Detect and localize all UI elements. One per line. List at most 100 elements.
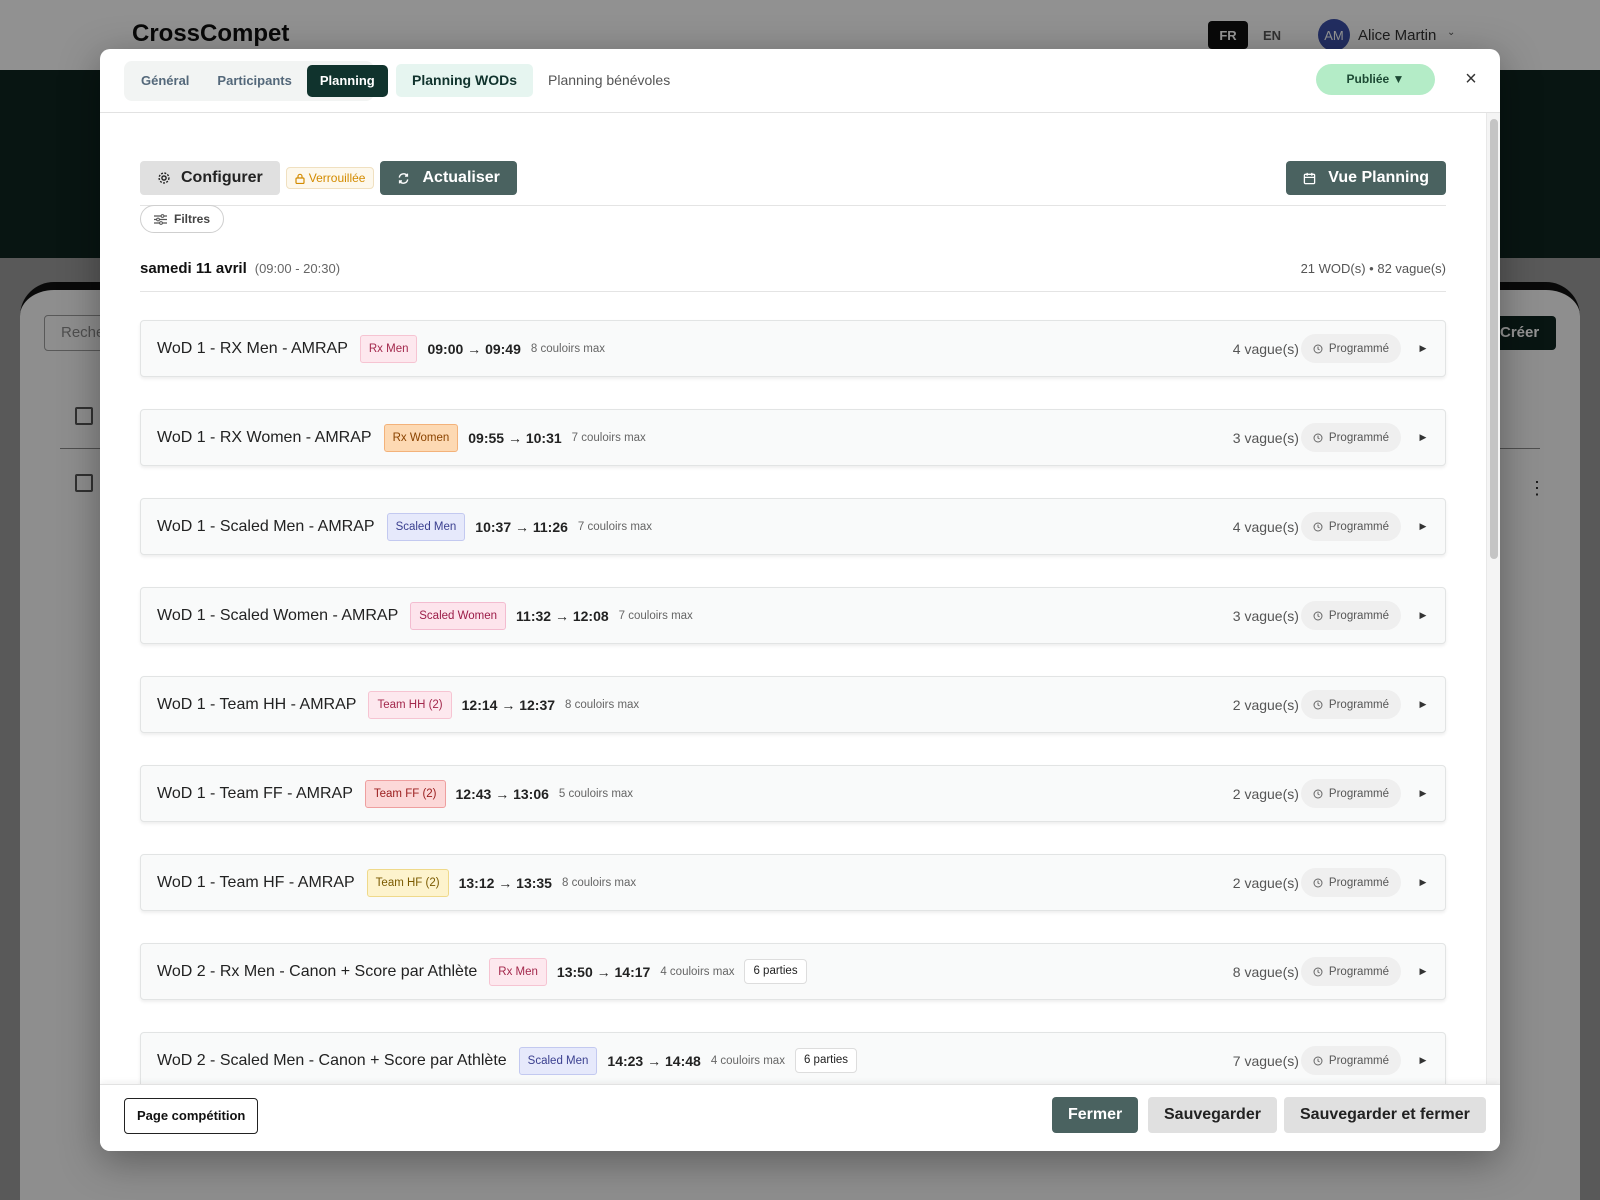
gear-icon xyxy=(157,171,171,185)
wod-card[interactable]: WoD 1 - RX Men - AMRAP Rx Men 09:00 → 09:4… xyxy=(140,320,1446,377)
status-badge: Programmé xyxy=(1300,601,1401,630)
wod-card[interactable]: WoD 1 - Team HF - AMRAP Team HF (2) 13:12 … xyxy=(140,854,1446,911)
wod-lanes: 5 couloirs max xyxy=(558,787,634,800)
clock-icon xyxy=(1313,433,1323,443)
configure-label: Configurer xyxy=(181,169,263,186)
wod-name: WoD 2 - Scaled Men - Canon + Score par A… xyxy=(157,1051,507,1069)
wave-count: 3 vague(s) xyxy=(1232,607,1299,624)
wod-card[interactable]: WoD 2 - Rx Men - Canon + Score par Athlè… xyxy=(140,943,1446,1000)
category-badge: Scaled Women xyxy=(410,601,507,630)
status-badge: Programmé xyxy=(1300,423,1401,452)
clock-icon xyxy=(1313,611,1323,621)
wod-time: 09:55 → 10:31 xyxy=(468,429,562,446)
calendar-icon xyxy=(1303,172,1316,185)
wod-right: 8 vague(s) Programmé ▶ xyxy=(1233,957,1429,986)
expand-arrow-icon[interactable]: ▶ xyxy=(1417,966,1429,977)
configure-button[interactable]: Configurer xyxy=(140,161,280,195)
wod-time: 09:00 → 09:49 xyxy=(427,340,521,357)
status-badge: Programmé xyxy=(1300,1046,1401,1075)
expand-arrow-icon[interactable]: ▶ xyxy=(1417,699,1429,710)
parts-badge: 6 parties xyxy=(744,959,807,984)
category-badge: Team HH (2) xyxy=(368,690,452,719)
close-button[interactable]: Fermer xyxy=(1052,1097,1139,1133)
wod-time: 12:14 → 12:37 xyxy=(461,696,556,713)
wod-name: WoD 1 - Team HF - AMRAP xyxy=(157,873,355,891)
clock-icon xyxy=(1313,967,1323,977)
main-tabs: Général Participants Planning xyxy=(124,61,388,101)
scrollbar-thumb[interactable] xyxy=(1490,119,1498,559)
expand-arrow-icon[interactable]: ▶ xyxy=(1417,1055,1429,1066)
parts-badge: 6 parties xyxy=(794,1048,858,1073)
save-button[interactable]: Sauvegarder xyxy=(1148,1097,1277,1133)
category-badge: Team HF (2) xyxy=(366,868,449,897)
wod-card[interactable]: WoD 1 - Scaled Women - AMRAP Scaled Women… xyxy=(140,587,1446,644)
wod-time: 11:32 → 12:08 xyxy=(516,607,609,624)
day-stats: 21 WOD(s) • 82 vague(s) xyxy=(1300,261,1446,276)
wod-right: 3 vague(s) Programmé ▶ xyxy=(1233,423,1429,452)
category-badge: Rx Men xyxy=(359,334,418,363)
competition-modal: Général Participants Planning Planning W… xyxy=(100,49,1500,1151)
wod-card[interactable]: WoD 2 - Scaled Men - Canon + Score par A… xyxy=(140,1032,1446,1089)
status-dropdown[interactable]: Publiée ▼ xyxy=(1316,64,1435,95)
wod-right: 2 vague(s) Programmé ▶ xyxy=(1233,690,1429,719)
wave-count: 2 vague(s) xyxy=(1232,874,1299,891)
wave-count: 2 vague(s) xyxy=(1232,785,1299,802)
wod-time: 13:12 → 13:35 xyxy=(458,874,552,891)
wod-name: WoD 1 - Team HH - AMRAP xyxy=(157,695,357,713)
lock-icon xyxy=(295,173,305,184)
wod-card[interactable]: WoD 1 - Team HH - AMRAP Team HH (2) 12:14 … xyxy=(140,676,1446,733)
locked-badge: Verrouillée xyxy=(285,167,375,189)
wod-name: WoD 1 - RX Men - AMRAP xyxy=(157,339,348,357)
wod-lanes: 4 couloirs max xyxy=(710,1054,785,1067)
expand-arrow-icon[interactable]: ▶ xyxy=(1417,343,1429,354)
clock-icon xyxy=(1313,522,1323,532)
competition-page-button[interactable]: Page compétition xyxy=(124,1098,259,1134)
wod-name: WoD 1 - Scaled Women - AMRAP xyxy=(157,606,399,624)
category-badge: Team FF (2) xyxy=(364,779,446,808)
subtab-planning-benevoles[interactable]: Planning bénévoles xyxy=(532,64,686,97)
wave-count: 2 vague(s) xyxy=(1232,696,1299,713)
wave-count: 4 vague(s) xyxy=(1232,518,1299,535)
day-header: samedi 11 avril (09:00 - 20:30) 21 WOD(s… xyxy=(140,260,1446,292)
locked-label: Verrouillée xyxy=(308,171,366,185)
refresh-icon xyxy=(397,172,410,185)
planning-view-label: Vue Planning xyxy=(1328,169,1429,186)
status-label: Programmé xyxy=(1328,965,1389,978)
status-label: Programmé xyxy=(1328,698,1389,711)
wod-lanes: 7 couloirs max xyxy=(577,520,653,533)
wod-card[interactable]: WoD 1 - Team FF - AMRAP Team FF (2) 12:43 … xyxy=(140,765,1446,822)
tab-participants[interactable]: Participants xyxy=(204,65,304,97)
filter-icon xyxy=(154,213,167,225)
expand-arrow-icon[interactable]: ▶ xyxy=(1417,610,1429,621)
status-label: Programmé xyxy=(1328,1054,1389,1067)
subtab-planning-wods[interactable]: Planning WODs xyxy=(396,64,533,97)
wod-right: 2 vague(s) Programmé ▶ xyxy=(1233,868,1429,897)
filters-button[interactable]: Filtres xyxy=(140,205,225,233)
refresh-button[interactable]: Actualiser xyxy=(380,161,517,195)
expand-arrow-icon[interactable]: ▶ xyxy=(1417,521,1429,532)
scrollbar[interactable] xyxy=(1486,113,1500,1132)
wave-count: 8 vague(s) xyxy=(1232,963,1299,980)
wod-lanes: 8 couloirs max xyxy=(530,342,606,355)
expand-arrow-icon[interactable]: ▶ xyxy=(1417,788,1429,799)
wod-name: WoD 1 - RX Women - AMRAP xyxy=(157,428,372,446)
category-badge: Rx Men xyxy=(489,957,547,986)
expand-arrow-icon[interactable]: ▶ xyxy=(1417,877,1429,888)
status-label: Programmé xyxy=(1328,431,1389,444)
wod-lanes: 4 couloirs max xyxy=(660,965,735,978)
wod-right: 4 vague(s) Programmé ▶ xyxy=(1233,512,1429,541)
close-icon[interactable]: × xyxy=(1457,65,1485,93)
tab-planning[interactable]: Planning xyxy=(306,65,388,97)
tab-general[interactable]: Général xyxy=(128,65,202,97)
status-badge: Programmé xyxy=(1300,779,1401,808)
expand-arrow-icon[interactable]: ▶ xyxy=(1417,432,1429,443)
wave-count: 3 vague(s) xyxy=(1232,429,1299,446)
status-label: Programmé xyxy=(1328,520,1389,533)
wod-card[interactable]: WoD 1 - RX Women - AMRAP Rx Women 09:55 → … xyxy=(140,409,1446,466)
day-title: samedi 11 avril xyxy=(140,260,247,277)
clock-icon xyxy=(1313,344,1323,354)
wave-count: 7 vague(s) xyxy=(1232,1052,1299,1069)
planning-view-button[interactable]: Vue Planning xyxy=(1286,161,1446,195)
wod-card[interactable]: WoD 1 - Scaled Men - AMRAP Scaled Men 10:3… xyxy=(140,498,1446,555)
save-and-close-button[interactable]: Sauvegarder et fermer xyxy=(1284,1097,1486,1133)
